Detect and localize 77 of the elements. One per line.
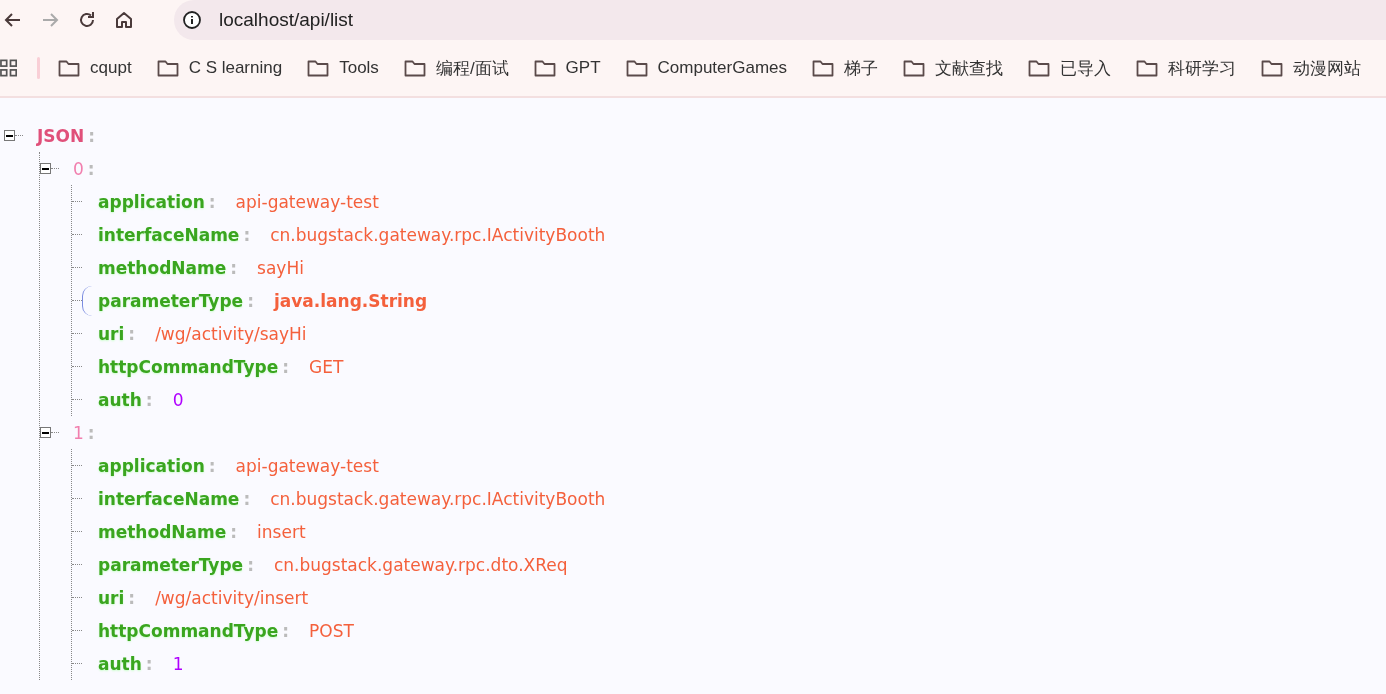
folder-icon bbox=[1028, 59, 1050, 77]
colon: : bbox=[247, 290, 254, 311]
colon: : bbox=[87, 422, 95, 443]
field-value: /wg/activity/insert bbox=[155, 587, 309, 608]
bookmark-folder[interactable]: ComputerGames bbox=[625, 58, 787, 78]
apps-grid-icon[interactable] bbox=[0, 59, 18, 77]
field-key: interfaceName bbox=[98, 224, 240, 245]
field-key: auth bbox=[98, 653, 142, 674]
field-value: java.lang.String bbox=[273, 290, 428, 311]
bookmark-folder[interactable]: Tools bbox=[307, 58, 379, 78]
array-index: 0 bbox=[73, 158, 84, 179]
bookmark-folder[interactable]: 文献查找 bbox=[903, 56, 1003, 80]
field-value: cn.bugstack.gateway.rpc.IActivityBooth bbox=[270, 488, 606, 509]
colon: : bbox=[145, 653, 153, 674]
colon: : bbox=[243, 224, 251, 245]
field-value: api-gateway-test bbox=[235, 191, 379, 212]
colon: : bbox=[282, 620, 290, 641]
bookmark-folder[interactable]: 动漫网站 bbox=[1261, 56, 1361, 80]
folder-icon bbox=[58, 59, 81, 77]
field-value: cn.bugstack.gateway.rpc.dto.XReq bbox=[273, 554, 568, 575]
field-key: auth bbox=[98, 389, 142, 410]
collapse-toggle-icon[interactable] bbox=[4, 130, 15, 141]
field-value: GET bbox=[309, 356, 344, 377]
root-key: JSON bbox=[37, 125, 85, 146]
field-key: methodName bbox=[98, 521, 227, 542]
collapse-toggle-icon[interactable] bbox=[40, 427, 51, 438]
bookmark-folder[interactable]: C S learning bbox=[156, 58, 283, 78]
folder-icon bbox=[903, 59, 925, 77]
colon: : bbox=[282, 356, 290, 377]
field-value: 1 bbox=[172, 653, 184, 674]
field-key: parameterType bbox=[98, 290, 244, 311]
bookmark-folder[interactable]: 科研学习 bbox=[1136, 56, 1236, 80]
field-value: POST bbox=[309, 620, 354, 641]
array-index: 1 bbox=[73, 422, 84, 443]
field-value: sayHi bbox=[257, 257, 304, 278]
field-value: insert bbox=[257, 521, 306, 542]
field-key: application bbox=[98, 191, 205, 212]
bookmark-folder[interactable]: GPT bbox=[533, 58, 601, 78]
colon: : bbox=[208, 191, 216, 212]
folder-icon bbox=[812, 59, 834, 77]
colon: : bbox=[87, 158, 95, 179]
field-key: parameterType bbox=[98, 554, 244, 575]
folder-icon bbox=[403, 59, 426, 77]
field-value: 0 bbox=[172, 389, 184, 410]
folder-icon bbox=[625, 59, 648, 77]
bookmark-folder[interactable]: cqupt bbox=[58, 58, 132, 78]
field-key: httpCommandType bbox=[98, 356, 279, 377]
colon: : bbox=[243, 488, 251, 509]
folder-icon bbox=[156, 59, 179, 77]
home-icon[interactable] bbox=[113, 10, 135, 30]
bookmark-folder[interactable]: 梯子 bbox=[812, 56, 878, 80]
field-value: cn.bugstack.gateway.rpc.IActivityBooth bbox=[270, 224, 606, 245]
folder-icon bbox=[533, 59, 556, 77]
collapse-toggle-icon[interactable] bbox=[40, 163, 51, 174]
field-key: uri bbox=[98, 323, 125, 344]
folder-icon bbox=[307, 59, 330, 77]
colon: : bbox=[128, 587, 136, 608]
folder-icon bbox=[1136, 59, 1158, 77]
field-key: application bbox=[98, 455, 205, 476]
bookmark-folder[interactable]: 编程/面试 bbox=[403, 56, 509, 80]
address-bar[interactable]: localhost/api/list bbox=[174, 0, 1386, 40]
field-key: uri bbox=[98, 587, 125, 608]
colon: : bbox=[88, 125, 96, 146]
folder-icon bbox=[1261, 59, 1283, 77]
bookmark-folder[interactable]: 已导入 bbox=[1028, 56, 1111, 80]
info-icon[interactable] bbox=[182, 10, 202, 30]
colon: : bbox=[128, 323, 136, 344]
colon: : bbox=[145, 389, 153, 410]
colon: : bbox=[208, 455, 216, 476]
field-value: /wg/activity/sayHi bbox=[155, 323, 307, 344]
field-key: methodName bbox=[98, 257, 227, 278]
colon: : bbox=[230, 257, 238, 278]
colon: : bbox=[247, 554, 254, 575]
field-value: api-gateway-test bbox=[235, 455, 379, 476]
field-key: httpCommandType bbox=[98, 620, 279, 641]
field-key: interfaceName bbox=[98, 488, 240, 509]
colon: : bbox=[230, 521, 238, 542]
